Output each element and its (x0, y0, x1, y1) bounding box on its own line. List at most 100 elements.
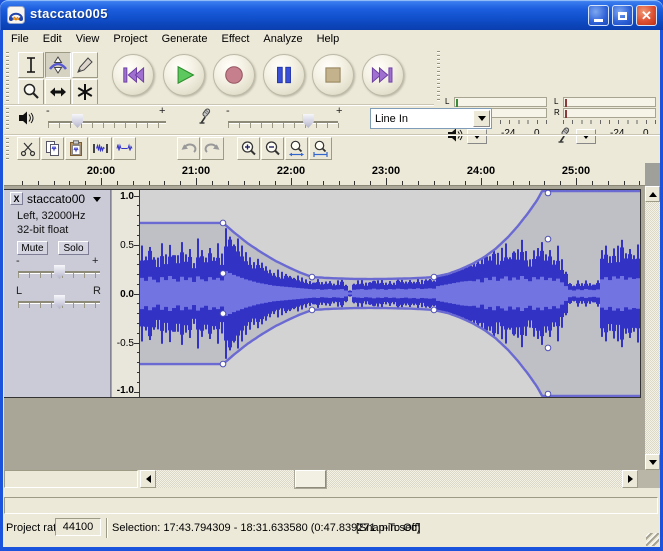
pause-button[interactable] (263, 54, 305, 96)
menu-edit[interactable]: Edit (36, 30, 69, 48)
envelope-control-point[interactable] (545, 391, 551, 397)
timeline-tick (434, 181, 435, 185)
timeline-tick (133, 181, 134, 185)
vruler-tick (134, 392, 139, 393)
scroll-right-button[interactable] (622, 470, 638, 488)
mixer-toolbar-gripper[interactable] (6, 108, 9, 132)
envelope-tool-button[interactable] (45, 52, 71, 78)
undo-button[interactable] (177, 137, 200, 160)
horizontal-scrollbar-thumb[interactable] (295, 470, 326, 488)
solo-button[interactable]: Solo (58, 241, 89, 255)
timeline-tick (386, 178, 387, 185)
envelope-control-point[interactable] (220, 311, 226, 317)
timeline-tick (117, 181, 118, 185)
meter-menu-button[interactable] (467, 129, 487, 144)
menu-project[interactable]: Project (106, 30, 154, 48)
timeshift-tool-button[interactable] (45, 79, 71, 105)
minimize-button[interactable] (588, 5, 609, 26)
menu-view[interactable]: View (69, 30, 107, 48)
horizontal-scrollbar-track[interactable] (156, 470, 622, 488)
track-control-panel[interactable]: X staccato00 Left, 32000Hz 32-bit float … (4, 190, 111, 397)
draw-tool-button[interactable] (72, 52, 98, 78)
timeline-tick (149, 181, 150, 185)
maximize-button[interactable] (612, 5, 633, 26)
timeline-tick (228, 181, 229, 185)
vruler-label: -0.5 (117, 338, 134, 349)
vruler-tick (137, 205, 139, 206)
scroll-up-button[interactable] (645, 186, 660, 202)
envelope-control-point[interactable] (220, 271, 226, 277)
timeline-tick (370, 181, 371, 185)
selection-tool-button[interactable] (18, 52, 44, 78)
play-button[interactable] (163, 54, 205, 96)
waveform-display[interactable] (140, 190, 640, 397)
edit-toolbar-gripper[interactable] (6, 138, 9, 161)
meter-left-label: L (554, 97, 558, 107)
combo-dropdown-button[interactable] (473, 110, 490, 127)
cut-button[interactable] (17, 137, 40, 160)
arrow-right-icon (628, 475, 633, 483)
scroll-left-button[interactable] (140, 470, 156, 488)
envelope-control-point[interactable] (220, 220, 226, 226)
meter-toolbar-gripper[interactable] (437, 51, 440, 103)
track-close-button[interactable]: X (10, 192, 23, 205)
envelope-control-point[interactable] (545, 236, 551, 242)
fit-selection-button[interactable] (285, 137, 308, 160)
record-button[interactable] (213, 54, 255, 96)
stop-button[interactable] (312, 54, 354, 96)
fit-project-button[interactable] (309, 137, 332, 160)
arrow-up-icon (649, 192, 657, 197)
menu-file[interactable]: File (4, 30, 36, 48)
envelope-control-point[interactable] (309, 274, 315, 280)
track-channel-info: Left, 32000Hz (17, 210, 86, 222)
zoom-in-button[interactable] (237, 137, 260, 160)
paste-button[interactable] (65, 137, 88, 160)
timeline-tick (101, 178, 102, 185)
mute-button[interactable]: Mute (17, 241, 48, 255)
meter-menu-button[interactable] (576, 129, 596, 144)
input-volume-max: + (336, 105, 342, 117)
envelope-control-point[interactable] (545, 190, 551, 196)
menu-help[interactable]: Help (310, 30, 347, 48)
envelope-control-point[interactable] (431, 307, 437, 313)
timeline-tick (449, 181, 450, 185)
zoom-out-button[interactable] (261, 137, 284, 160)
trim-button[interactable] (89, 137, 112, 160)
envelope-control-point[interactable] (309, 307, 315, 313)
rewind-button[interactable] (112, 54, 154, 96)
tools-toolbar-gripper[interactable] (6, 52, 9, 102)
timeline-tick (592, 181, 593, 185)
scrollbar-left-panel (4, 470, 138, 488)
silence-button[interactable] (113, 137, 136, 160)
resize-grip[interactable] (646, 533, 659, 546)
vruler-tick (137, 225, 139, 226)
zoom-tool-button[interactable] (18, 79, 44, 105)
timeline-tick (624, 181, 625, 185)
close-button[interactable]: ✕ (636, 5, 657, 26)
menu-generate[interactable]: Generate (155, 30, 215, 48)
track-menu-arrow-icon[interactable] (93, 197, 101, 202)
menu-effect[interactable]: Effect (214, 30, 256, 48)
project-rate-value[interactable]: 44100 (55, 518, 101, 536)
arrow-left-icon (146, 475, 151, 483)
vertical-scrollbar[interactable] (645, 186, 660, 470)
forward-button[interactable] (362, 54, 404, 96)
timeline-ruler[interactable]: 20:0021:0022:0023:0024:0025:00 (4, 163, 645, 186)
vruler-tick (137, 264, 139, 265)
multi-tool-button[interactable] (72, 79, 98, 105)
scroll-down-button[interactable] (645, 454, 660, 470)
vertical-ruler[interactable]: 1.00.50.0-0.5-1.0 (112, 190, 140, 397)
copy-button[interactable] (41, 137, 64, 160)
title-bar[interactable]: staccato005 ✕ (0, 0, 663, 30)
output-volume-min: - (46, 105, 50, 117)
input-source-select[interactable]: Line In (370, 108, 492, 129)
envelope-control-point[interactable] (431, 274, 437, 280)
envelope-control-point[interactable] (545, 345, 551, 351)
timeline-corner (645, 163, 660, 186)
redo-button[interactable] (201, 137, 224, 160)
vruler-tick (137, 215, 139, 216)
envelope-control-point[interactable] (220, 361, 226, 367)
menu-analyze[interactable]: Analyze (256, 30, 309, 48)
vruler-tick (137, 333, 139, 334)
input-meter[interactable]: LR-240 (552, 97, 660, 151)
